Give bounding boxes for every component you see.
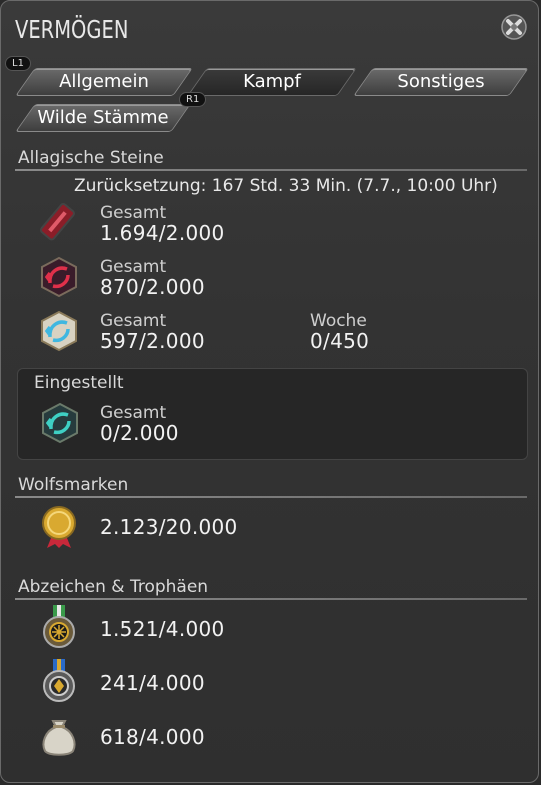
currency-window: VERMÖGEN L1 Allgemein Kampf Sonstiges Wi… <box>0 0 539 783</box>
tab-sonstiges[interactable]: Sonstiges <box>353 68 529 96</box>
total-value: 0/2.000 <box>100 421 179 445</box>
section-divider <box>15 598 527 600</box>
gold-wolf-mark-icon <box>37 504 81 548</box>
section-title-trophies: Abzeichen & Trophäen <box>18 577 209 597</box>
section-divider <box>15 496 527 498</box>
total-label: Gesamt <box>100 257 167 277</box>
trophy-value: 1.521/4.000 <box>100 617 225 641</box>
total-value: 597/2.000 <box>100 329 205 353</box>
r1-hint: R1 <box>179 92 207 107</box>
wolf-mark-value: 2.123/20.000 <box>100 515 238 539</box>
blue-allagan-stone-icon <box>37 309 81 353</box>
green-ribbon-medal-icon <box>37 605 81 649</box>
teal-allagan-stone-icon <box>38 401 82 445</box>
week-label: Woche <box>310 311 367 331</box>
tab-label: Wilde Stämme <box>37 107 169 128</box>
red-stone-tablet-icon <box>37 201 81 245</box>
tab-label: Allgemein <box>59 71 149 92</box>
close-icon[interactable] <box>500 13 528 41</box>
blue-ribbon-medal-icon <box>37 659 81 703</box>
section-divider <box>15 169 527 171</box>
tab-label: Kampf <box>243 71 301 92</box>
section-title-wolf: Wolfsmarken <box>18 475 129 495</box>
red-allagan-stone-icon <box>37 255 81 299</box>
total-label: Gesamt <box>100 311 167 331</box>
section-title-allagan: Allagische Steine <box>18 148 164 168</box>
tab-wilde-staemme[interactable]: Wilde Stämme <box>15 104 191 132</box>
total-label: Gesamt <box>100 203 167 223</box>
tab-kampf[interactable]: Kampf <box>187 68 357 96</box>
total-label: Gesamt <box>100 403 167 423</box>
discontinued-title: Eingestellt <box>34 373 124 393</box>
tab-allgemein[interactable]: Allgemein <box>15 68 193 96</box>
discontinued-panel: Eingestellt Gesamt 0/2.000 <box>17 368 528 460</box>
window-title: VERMÖGEN <box>15 15 129 44</box>
trophy-value: 241/4.000 <box>100 671 205 695</box>
tab-label: Sonstiges <box>397 71 485 92</box>
total-value: 870/2.000 <box>100 275 205 299</box>
trophy-value: 618/4.000 <box>100 725 205 749</box>
total-value: 1.694/2.000 <box>100 221 225 245</box>
reset-timer: Zurücksetzung: 167 Std. 33 Min. (7.7., 1… <box>74 176 498 196</box>
sack-icon <box>37 713 81 757</box>
week-value: 0/450 <box>310 329 370 353</box>
